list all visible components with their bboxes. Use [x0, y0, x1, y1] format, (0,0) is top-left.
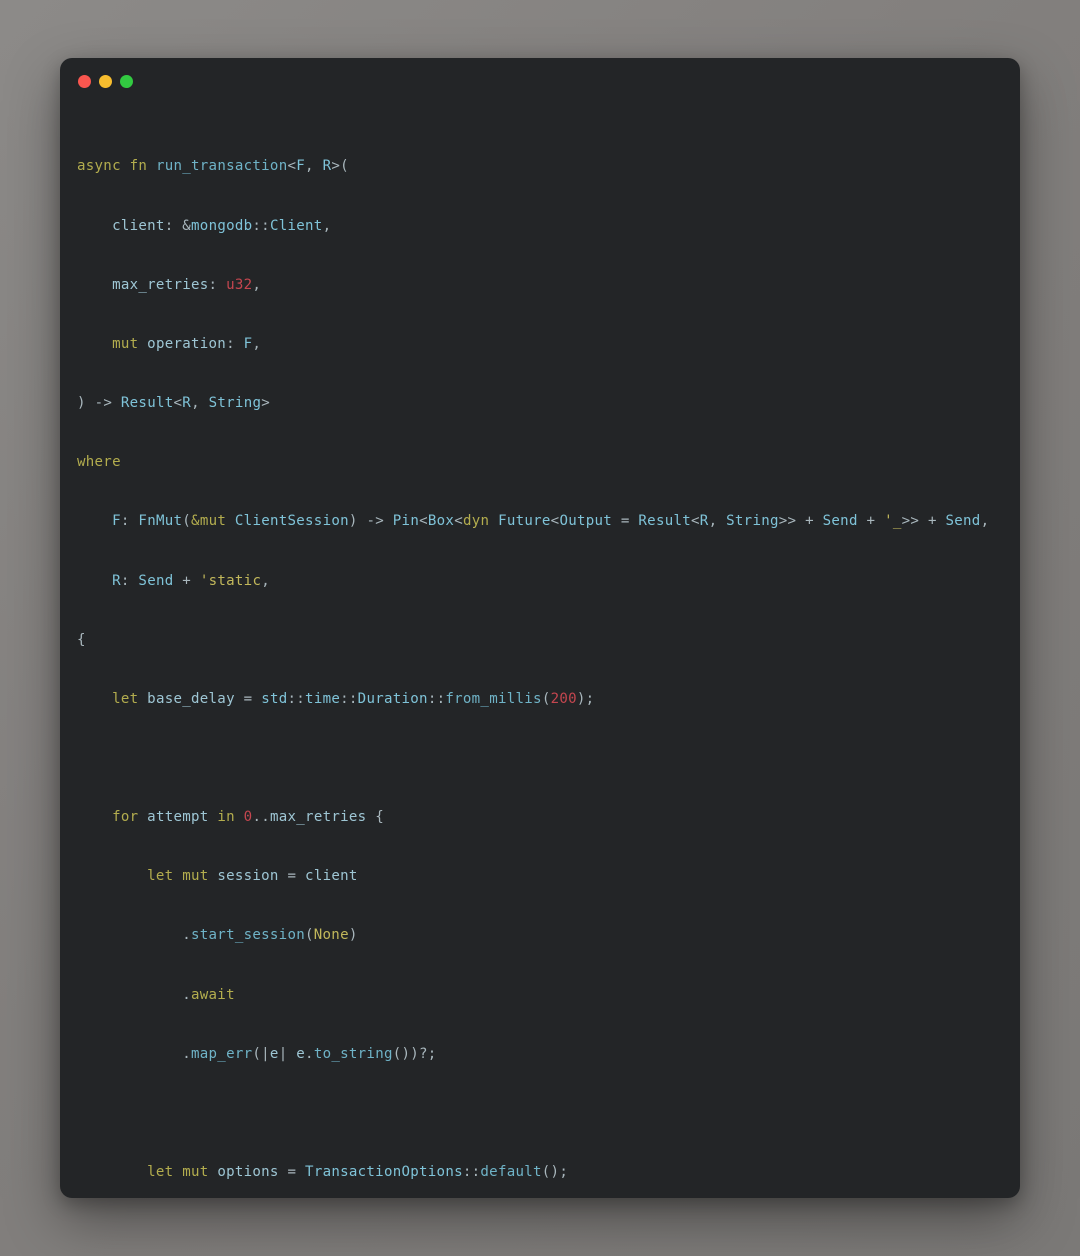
code-line: where — [77, 454, 121, 471]
code-line: client: &mongodb::Client, — [112, 217, 332, 234]
code-line: let base_delay = std::time::Duration::fr… — [112, 690, 595, 707]
code-window: async fn run_transaction<F, R>( client: … — [60, 58, 1020, 1198]
window-titlebar — [60, 58, 1020, 104]
code-line: R: Send + 'static, — [112, 572, 270, 589]
code-line: max_retries: u32, — [112, 276, 262, 293]
code-block[interactable]: async fn run_transaction<F, R>( client: … — [60, 104, 1020, 1198]
screenshot-stage: async fn run_transaction<F, R>( client: … — [0, 0, 1080, 1256]
close-window-icon[interactable] — [78, 74, 91, 88]
code-line: async fn run_transaction<F, R>( — [77, 158, 349, 175]
maximize-window-icon[interactable] — [120, 74, 133, 88]
minimize-window-icon[interactable] — [99, 74, 112, 88]
code-line: .await — [182, 986, 235, 1003]
code-line: F: FnMut(&mut ClientSession) -> Pin<Box<… — [112, 513, 990, 530]
code-line: ) -> Result<R, String> — [77, 395, 271, 412]
code-line: { — [77, 631, 86, 648]
code-line: .map_err(|e| e.to_string())?; — [182, 1045, 437, 1062]
code-line: let mut session = client — [147, 868, 358, 885]
code-line: let mut options = TransactionOptions::de… — [147, 1164, 569, 1181]
code-line: mut operation: F, — [112, 335, 262, 352]
code-line: .start_session(None) — [182, 927, 358, 944]
code-line: for attempt in 0..max_retries { — [112, 809, 384, 826]
